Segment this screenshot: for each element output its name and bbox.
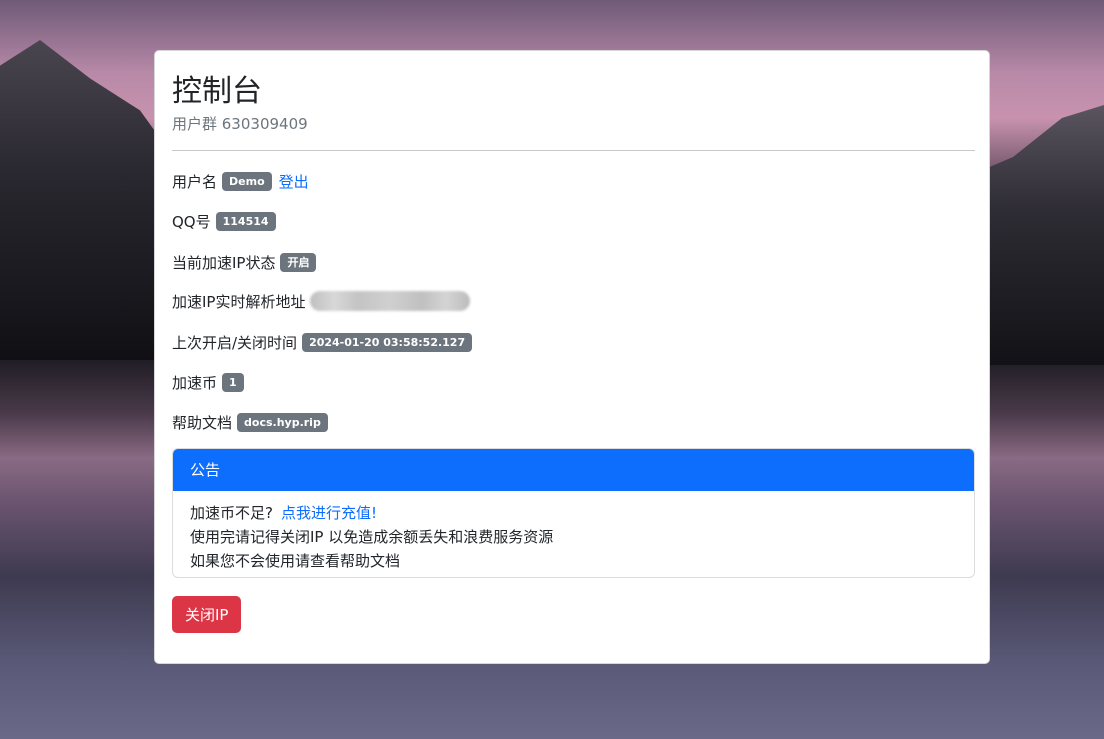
page-title: 控制台 xyxy=(172,74,262,109)
docs-badge[interactable]: docs.hyp.rip xyxy=(237,412,328,432)
notice-line-3: 如果您不会使用请查看帮助文档 xyxy=(190,552,401,570)
coins-label: 加速币 xyxy=(172,373,218,392)
console-card: 控制台 用户群 630309409 用户名 Demo 登出 QQ号 114514… xyxy=(154,50,990,664)
ip-status-badge: 开启 xyxy=(280,252,317,272)
logout-link[interactable]: 登出 xyxy=(279,171,309,192)
ip-address-row: 加速IP实时解析地址 xyxy=(172,290,471,312)
qq-row: QQ号 114514 xyxy=(172,210,276,232)
username-label: 用户名 xyxy=(172,172,218,191)
username-badge: Demo xyxy=(222,171,272,191)
username-row: 用户名 Demo 登出 xyxy=(172,170,309,192)
notice-line-1: 加速币不足? 点我进行充值! xyxy=(190,501,957,525)
notice-header: 公告 xyxy=(173,449,974,491)
qq-badge: 114514 xyxy=(215,211,276,231)
divider xyxy=(172,150,975,151)
close-ip-button[interactable]: 关闭IP xyxy=(172,596,242,633)
last-toggle-label: 上次开启/关闭时间 xyxy=(172,333,298,352)
ip-address-label: 加速IP实时解析地址 xyxy=(172,292,306,311)
notice-line-2: 使用完请记得关闭IP 以免造成余额丢失和浪费服务资源 xyxy=(190,528,554,546)
ip-status-row: 当前加速IP状态 开启 xyxy=(172,251,317,273)
coins-badge: 1 xyxy=(222,372,244,392)
notice-panel: 公告 加速币不足? 点我进行充值! 使用完请记得关闭IP 以免造成余额丢失和浪费服… xyxy=(172,448,975,578)
ip-address-redacted xyxy=(310,291,471,311)
docs-row: 帮助文档 docs.hyp.rip xyxy=(172,411,328,433)
recharge-link[interactable]: 点我进行充值! xyxy=(281,504,377,522)
docs-label: 帮助文档 xyxy=(172,413,233,432)
coins-row: 加速币 1 xyxy=(172,371,244,393)
qq-label: QQ号 xyxy=(172,212,211,231)
ip-status-label: 当前加速IP状态 xyxy=(172,253,276,272)
notice-body: 加速币不足? 点我进行充值! 使用完请记得关闭IP 以免造成余额丢失和浪费服务资源… xyxy=(173,491,974,577)
last-toggle-row: 上次开启/关闭时间 2024-01-20 03:58:52.127 xyxy=(172,331,473,353)
last-toggle-badge: 2024-01-20 03:58:52.127 xyxy=(302,332,473,352)
notice-coins-text: 加速币不足? xyxy=(190,504,273,522)
user-group-subtitle: 用户群 630309409 xyxy=(172,115,308,133)
